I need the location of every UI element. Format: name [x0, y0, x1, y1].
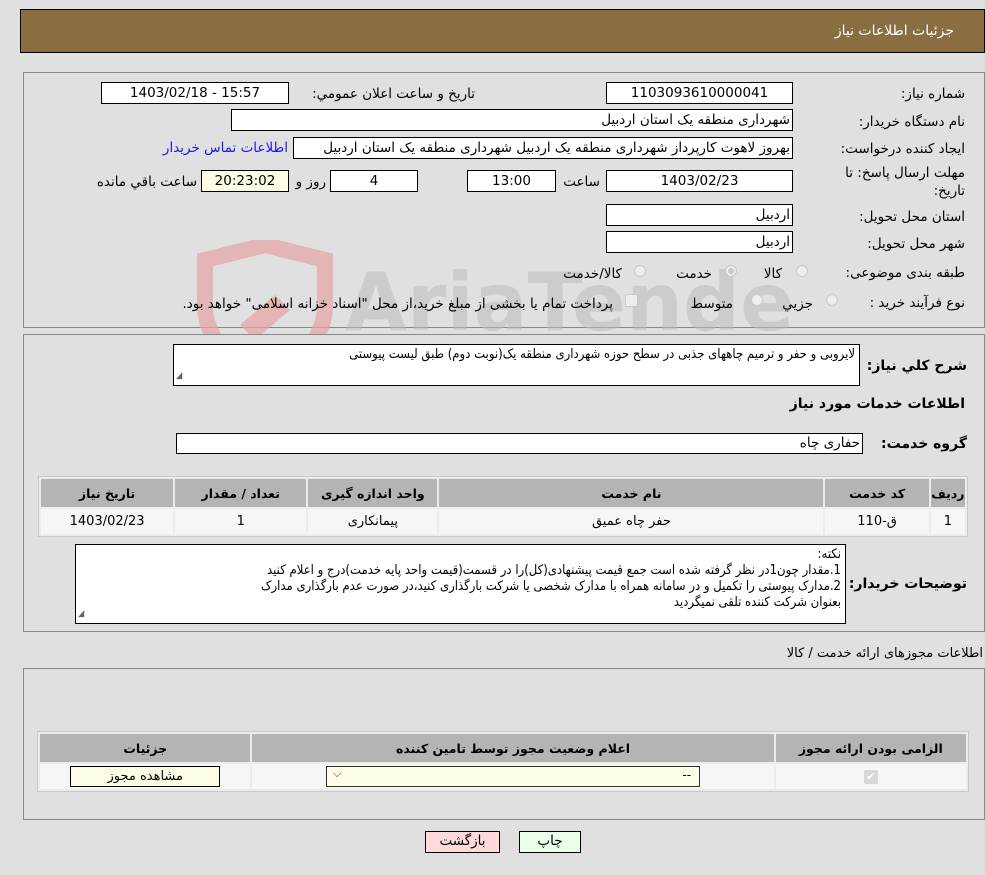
category-option-service: خدمت — [676, 266, 712, 282]
buyer-notes-line: نکته: — [817, 547, 841, 562]
deadline-time-label: ساعت — [563, 174, 600, 190]
cell-license-status: -- ⌵ — [252, 764, 774, 789]
city-label: شهر محل تحویل: — [867, 236, 965, 252]
service-group-field: حفاری چاه — [176, 433, 863, 454]
description-label: شرح کلي نیاز: — [866, 358, 967, 374]
col-quantity: تعداد / مقدار — [175, 479, 307, 507]
category-radio-goods-service[interactable] — [634, 265, 646, 277]
process-label: نوع فرآیند خرید : — [869, 295, 965, 311]
city-field: اردبیل — [606, 231, 793, 253]
col-unit: واحد اندازه گیری — [308, 479, 438, 507]
license-status-value: -- — [682, 768, 692, 782]
buyer-org-field: شهرداری منطقه یک استان اردبیل — [231, 109, 793, 131]
services-section-title: اطلاعات خدمات مورد نیاز — [789, 396, 965, 412]
licenses-section-title: اطلاعات مجوزهای ارائه خدمت / کالا — [786, 646, 983, 661]
page-header: جزئيات اطلاعات نیاز — [20, 9, 985, 53]
process-option-minor: جزيي — [782, 296, 813, 312]
required-checkbox-checked-icon: ✔ — [863, 769, 878, 784]
resize-grip-icon[interactable]: ◢ — [176, 368, 182, 384]
print-button[interactable]: چاپ — [519, 831, 581, 853]
deadline-label-line1: مهلت ارسال پاسخ: تا — [845, 165, 965, 181]
category-label: طبقه بندی موضوعی: — [845, 265, 965, 281]
process-radio-medium[interactable] — [751, 294, 763, 306]
service-group-label: گروه خدمت: — [881, 436, 967, 452]
col-need-date: تاریخ نیاز — [41, 479, 174, 507]
province-field: اردبیل — [606, 204, 793, 226]
col-license-status: اعلام وضعیت مجوز توسط تامین کننده — [252, 734, 774, 762]
col-license-required: الزامی بودن ارائه مجوز — [775, 734, 966, 762]
col-license-details: جزئیات — [40, 734, 251, 762]
col-row-number: ردیف — [930, 479, 965, 507]
category-option-goods-service: کالا/خدمت — [563, 266, 622, 282]
chevron-down-icon: ⌵ — [333, 767, 342, 780]
days-label: روز و — [295, 174, 326, 190]
remaining-time-field: 20:23:02 — [201, 170, 289, 192]
process-radio-minor[interactable] — [826, 294, 838, 306]
services-table-header-row: ردیف کد خدمت نام خدمت واحد اندازه گیری ت… — [41, 479, 965, 507]
cell-unit: پیمانکاری — [308, 509, 438, 534]
treasury-checkbox[interactable] — [625, 294, 638, 307]
creator-label: ایجاد کننده درخواست: — [840, 141, 965, 157]
announce-datetime-field: 1403/02/18 - 15:57 — [101, 82, 289, 104]
table-row: ✔ -- ⌵ مشاهده مجوز — [40, 764, 966, 789]
need-number-label: شماره نیاز: — [900, 86, 965, 102]
remaining-label: ساعت باقي مانده — [96, 174, 197, 190]
category-radio-goods[interactable] — [796, 265, 808, 277]
buyer-org-label: نام دستگاه خریدار: — [858, 114, 965, 130]
province-label: استان محل تحویل: — [859, 209, 965, 225]
buyer-notes-label: توضیحات خریدار: — [848, 576, 967, 592]
buyer-notes-line: 1.مقدار چون1در نظر گرفته شده است جمع قیم… — [267, 563, 841, 578]
services-table: ردیف کد خدمت نام خدمت واحد اندازه گیری ت… — [38, 476, 968, 537]
resize-grip-icon[interactable]: ◢ — [78, 606, 84, 622]
deadline-date-field: 1403/02/23 — [606, 170, 793, 192]
creator-field: بهروز لاهوت کارپرداز شهرداری منطقه یک ار… — [293, 137, 793, 159]
buyer-notes-textarea[interactable]: نکته: 1.مقدار چون1در نظر گرفته شده است ج… — [75, 544, 846, 624]
buyer-notes-line: 2.مدارک پیوستی را تکمیل و در سامانه همرا… — [261, 579, 841, 594]
cell-license-required: ✔ — [775, 764, 966, 789]
category-radio-service[interactable] — [725, 265, 737, 277]
cell-license-details: مشاهده مجوز — [40, 764, 251, 789]
license-status-select[interactable]: -- ⌵ — [326, 766, 701, 787]
need-number-field: 1103093610000041 — [606, 82, 793, 104]
cell-service-name: حفر چاه عمیق — [439, 509, 824, 534]
view-license-button[interactable]: مشاهده مجوز — [70, 766, 221, 787]
licenses-table-header-row: الزامی بودن ارائه مجوز اعلام وضعیت مجوز … — [40, 734, 966, 762]
process-option-medium: متوسط — [690, 296, 733, 312]
cell-service-code: ق-110 — [825, 509, 929, 534]
deadline-label-line2: تاریخ: — [933, 183, 965, 199]
back-button[interactable]: بازگشت — [425, 831, 500, 853]
cell-row-number: 1 — [930, 509, 965, 534]
buyer-notes-line: بعنوان شرکت کننده تلقی نمیگردید — [673, 595, 841, 610]
announce-label: تاریخ و ساعت اعلان عمومي: — [312, 86, 475, 102]
cell-need-date: 1403/02/23 — [41, 509, 174, 534]
cell-quantity: 1 — [175, 509, 307, 534]
table-row: 1 ق-110 حفر چاه عمیق پیمانکاری 1 1403/02… — [41, 509, 965, 534]
page-title: جزئيات اطلاعات نیاز — [834, 23, 954, 39]
licenses-table: الزامی بودن ارائه مجوز اعلام وضعیت مجوز … — [37, 731, 969, 792]
buyer-contact-link[interactable]: اطلاعات تماس خریدار — [163, 140, 288, 156]
remaining-days-field: 4 — [330, 170, 418, 192]
treasury-checkbox-label: پرداخت تمام یا بخشی از مبلغ خرید،از محل … — [182, 296, 613, 312]
description-textarea[interactable]: لایروبی و حفر و ترمیم چاههای جذبی در سطح… — [173, 344, 860, 386]
description-text: لایروبی و حفر و ترمیم چاههای جذبی در سطح… — [349, 347, 855, 362]
col-service-name: نام خدمت — [439, 479, 824, 507]
category-option-goods: کالا — [763, 266, 782, 282]
col-service-code: کد خدمت — [825, 479, 929, 507]
deadline-time-field: 13:00 — [467, 170, 556, 192]
